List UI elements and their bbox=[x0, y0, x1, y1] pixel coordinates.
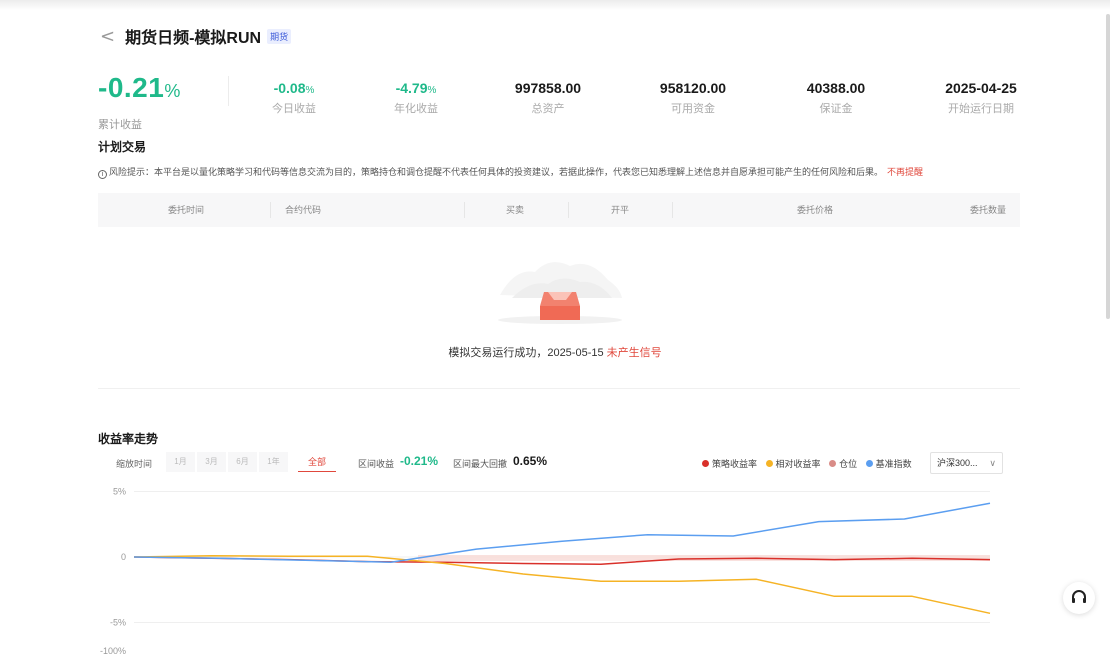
page-header: < 期货日频-模拟RUN 期货 bbox=[100, 25, 292, 47]
cumulative-return: -0.21% 累计收益 bbox=[98, 72, 181, 132]
back-icon[interactable]: < bbox=[100, 26, 115, 47]
window-top-shadow bbox=[0, 0, 1110, 10]
legend-strategy-return[interactable]: 策略收益率 bbox=[702, 459, 757, 469]
zoom-label: 缩放时间 bbox=[116, 459, 153, 469]
orders-table-header: 委托时间 合约代码 买卖 开平 委托价格 委托数量 bbox=[98, 193, 1020, 227]
empty-box-icon bbox=[498, 262, 622, 324]
legend-dot-icon bbox=[702, 460, 709, 467]
col-separator bbox=[568, 202, 569, 218]
legend-dot-icon bbox=[865, 460, 873, 467]
legend-dot-icon bbox=[765, 460, 773, 467]
series-line-5b9ef0 bbox=[133, 502, 991, 563]
benchmark-select[interactable]: 沪深300... ∨ bbox=[930, 452, 1003, 474]
empty-state-message: 模拟交易运行成功，2025-05-15 未产生信号 bbox=[0, 344, 1110, 360]
scrollbar[interactable] bbox=[1106, 14, 1110, 319]
col-order-price: 委托价格 bbox=[797, 205, 834, 215]
y-tick-label: -5% bbox=[110, 618, 126, 628]
section-divider bbox=[98, 388, 1020, 389]
metric-total-assets: 997858.00 总资产 bbox=[514, 80, 582, 115]
legend-relative-return[interactable]: 相对收益率 bbox=[765, 459, 821, 469]
dismiss-link[interactable]: 不再提醒 bbox=[887, 167, 923, 177]
max-drawdown-value: 0.65% bbox=[513, 454, 548, 468]
legend-dot-icon bbox=[829, 460, 837, 467]
risk-notice: i 风险提示：本平台是以量化策略学习和代码等信息交流为目的，策略持仓和调仓提醒不代… bbox=[98, 165, 923, 179]
empty-state-status: 未产生信号 bbox=[606, 347, 662, 359]
risk-notice-text: 风险提示：本平台是以量化策略学习和代码等信息交流为目的，策略持仓和调仓提醒不代表… bbox=[109, 167, 884, 177]
range-6m-button[interactable]: 6月 bbox=[228, 452, 257, 472]
headset-icon bbox=[1072, 590, 1086, 603]
col-separator bbox=[464, 202, 465, 218]
col-order-time: 委托时间 bbox=[168, 205, 205, 215]
col-separator bbox=[672, 202, 673, 218]
range-1y-button[interactable]: 1年 bbox=[259, 452, 288, 472]
max-drawdown-label: 区间最大回撤 bbox=[453, 459, 508, 469]
interval-return-label: 区间收益 bbox=[358, 459, 395, 469]
col-contract-code: 合约代码 bbox=[285, 205, 322, 215]
page-title: 期货日频-模拟RUN bbox=[125, 30, 262, 47]
y-tick-label: 0 bbox=[121, 552, 126, 562]
legend-benchmark[interactable]: 基准指数 bbox=[865, 459, 912, 469]
col-order-quantity: 委托数量 bbox=[970, 205, 1007, 215]
metrics-divider bbox=[228, 76, 229, 106]
cumulative-return-label: 累计收益 bbox=[98, 119, 142, 131]
plan-section-title: 计划交易 bbox=[98, 140, 147, 154]
legend-position[interactable]: 仓位 bbox=[829, 459, 857, 469]
returns-section-title: 收益率走势 bbox=[98, 432, 159, 446]
range-1m-button[interactable]: 1月 bbox=[166, 452, 195, 472]
info-circle-icon: i bbox=[98, 170, 107, 179]
metric-start-date: 2025-04-25 开始运行日期 bbox=[945, 80, 1017, 115]
cumulative-return-value: -0.21% bbox=[98, 72, 181, 103]
metrics-panel: -0.21% 累计收益 -0.08% 今日收益 -4.79% 年化收益 9978… bbox=[98, 72, 1023, 132]
chevron-down-icon: ∨ bbox=[989, 458, 996, 468]
y-tick-label: -100% bbox=[100, 646, 126, 654]
category-tag: 期货 bbox=[267, 28, 292, 44]
metric-margin: 40388.00 保证金 bbox=[806, 80, 866, 115]
empty-state-text: 模拟交易运行成功，2025-05-15 bbox=[448, 347, 604, 359]
chart-controls: 缩放时间 1月 3月 6月 1年 全部 区间收益 -0.21% 区间最大回撤 0… bbox=[98, 452, 1003, 474]
metric-annual-return: -4.79% 年化收益 bbox=[394, 80, 438, 115]
range-3m-button[interactable]: 3月 bbox=[197, 452, 226, 472]
col-open-close: 开平 bbox=[611, 205, 630, 215]
returns-chart: 5% 0 -5% -100% bbox=[100, 487, 991, 654]
chart-legend: 策略收益率 相对收益率 仓位 基准指数 bbox=[702, 457, 912, 470]
col-buy-sell: 买卖 bbox=[506, 205, 525, 215]
range-all-button[interactable]: 全部 bbox=[298, 452, 336, 472]
y-tick-label: 5% bbox=[113, 487, 126, 497]
metric-available-funds: 958120.00 可用资金 bbox=[659, 80, 727, 115]
interval-return-value: -0.21% bbox=[400, 454, 439, 468]
customer-support-button[interactable] bbox=[1063, 582, 1095, 614]
metric-today-return: -0.08% 今日收益 bbox=[272, 80, 316, 115]
col-separator bbox=[270, 202, 271, 218]
